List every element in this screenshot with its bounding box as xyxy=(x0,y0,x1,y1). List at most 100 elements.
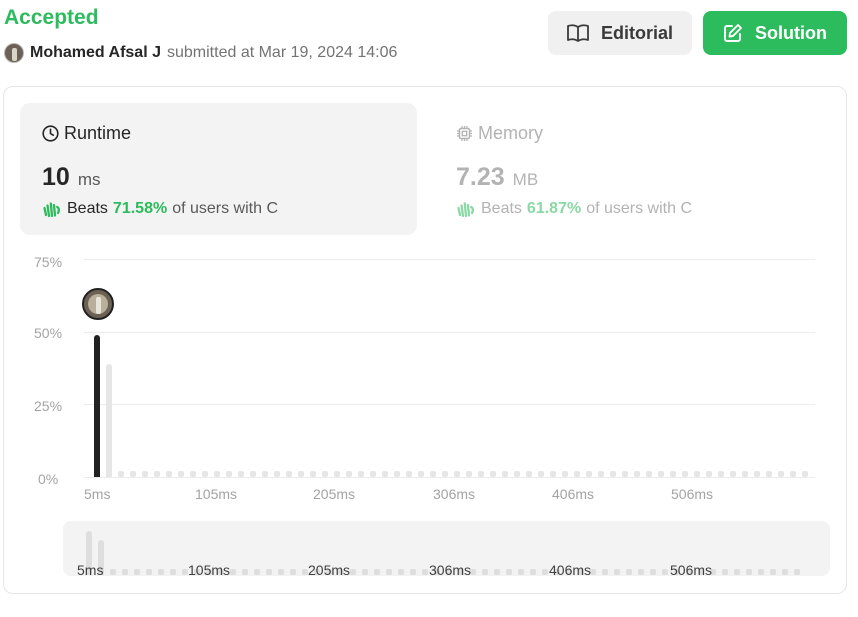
chart-bar-empty xyxy=(394,471,400,477)
chart-bar-empty xyxy=(430,471,436,477)
runtime-panel[interactable]: Runtime 10 ms Beats 71.58% of users with… xyxy=(20,103,417,235)
chart-bar-empty xyxy=(502,471,508,477)
mini-chart-bar-empty xyxy=(422,569,428,575)
mini-chart-bar-empty xyxy=(146,569,152,575)
mini-x-tick-label: 205ms xyxy=(308,562,351,578)
solution-button[interactable]: Solution xyxy=(703,11,847,55)
chart-bar-empty xyxy=(778,471,784,477)
mini-chart-bar-empty xyxy=(734,569,740,575)
chart-bar-empty xyxy=(442,471,448,477)
chart-bar-empty xyxy=(706,471,712,477)
runtime-value: 10 xyxy=(42,163,70,191)
chart-bar-empty xyxy=(514,471,520,477)
book-open-icon xyxy=(567,24,589,42)
editorial-button[interactable]: Editorial xyxy=(548,11,692,55)
mini-chart-bar-empty xyxy=(758,569,764,575)
chart-bar[interactable] xyxy=(94,335,100,477)
mini-x-tick-label: 5ms xyxy=(77,562,104,578)
runtime-beats-label: Beats xyxy=(67,200,108,217)
mini-chart-bar-empty xyxy=(158,569,164,575)
chart-bar-empty xyxy=(802,471,808,477)
chart-bar-empty xyxy=(790,471,796,477)
mini-chart-bar-empty xyxy=(242,569,248,575)
chart-bar-empty xyxy=(322,471,328,477)
submission-info: Mohamed Afsal J submitted at Mar 19, 202… xyxy=(4,43,397,63)
x-tick-label: 105ms xyxy=(195,486,238,502)
chart-bar-empty xyxy=(694,471,700,477)
chart-bar-empty xyxy=(658,471,664,477)
chart-bar-empty xyxy=(190,471,196,477)
mini-x-tick-label: 105ms xyxy=(188,562,231,578)
mini-chart-bar-empty xyxy=(650,569,656,575)
chart-bar-empty xyxy=(382,471,388,477)
mini-chart-bar-empty xyxy=(290,569,296,575)
chart-bar-empty xyxy=(130,471,136,477)
runtime-beats-percent: 71.58% xyxy=(112,200,168,217)
chart-bar-empty xyxy=(286,471,292,477)
chart-bar-empty xyxy=(334,471,340,477)
username-link[interactable]: Mohamed Afsal J xyxy=(30,44,161,62)
x-tick-label: 306ms xyxy=(433,486,476,502)
chip-icon xyxy=(457,126,472,141)
chart-bar-empty xyxy=(634,471,640,477)
waving-hand-icon xyxy=(43,202,61,218)
memory-beats-percent: 61.87% xyxy=(526,200,582,217)
chart-bar-empty xyxy=(406,471,412,477)
mini-chart-bar-empty xyxy=(398,569,404,575)
chart-bar-empty xyxy=(754,471,760,477)
memory-value: 7.23 xyxy=(456,163,505,191)
chart-bar-empty xyxy=(466,471,472,477)
chart-bar-empty xyxy=(226,471,232,477)
mini-chart-bar-empty xyxy=(746,569,752,575)
y-tick-label: 50% xyxy=(34,325,63,341)
grid-line xyxy=(84,332,815,333)
mini-chart-bar-empty xyxy=(254,569,260,575)
chart-bar-empty xyxy=(574,471,580,477)
chart-bar-empty xyxy=(238,471,244,477)
chart-bar-empty xyxy=(202,471,208,477)
status-accepted: Accepted xyxy=(4,6,99,29)
chart-bar-empty xyxy=(670,471,676,477)
memory-title: Memory xyxy=(478,123,544,143)
chart-bar-empty xyxy=(250,471,256,477)
chart-bar-empty xyxy=(358,471,364,477)
mini-chart-bar-empty xyxy=(170,569,176,575)
chart-bar-empty xyxy=(586,471,592,477)
memory-panel[interactable]: Memory 7.23 MB Beats 61.87% of users wit… xyxy=(434,103,831,235)
mini-chart-bar-empty xyxy=(602,569,608,575)
mini-chart-bar-empty xyxy=(542,569,548,575)
memory-unit: MB xyxy=(512,170,539,189)
mini-chart-bar-empty xyxy=(362,569,368,575)
memory-beats-text: of users with C xyxy=(586,200,692,217)
y-tick-label: 75% xyxy=(34,254,63,270)
chart-bar[interactable] xyxy=(106,364,112,477)
chart-bar-empty xyxy=(682,471,688,477)
runtime-beats-text: of users with C xyxy=(172,200,278,217)
runtime-title: Runtime xyxy=(64,123,132,143)
avatar[interactable] xyxy=(4,43,24,63)
mini-chart-bar-empty xyxy=(110,569,116,575)
chart-bar-empty xyxy=(370,471,376,477)
grid-line xyxy=(84,404,815,405)
chart-bar-empty xyxy=(274,471,280,477)
x-tick-label: 5ms xyxy=(84,486,111,502)
y-tick-label: 0% xyxy=(38,471,59,487)
editorial-label: Editorial xyxy=(600,22,673,43)
y-tick-label: 25% xyxy=(34,398,63,414)
chart-bar-empty xyxy=(538,471,544,477)
mini-chart-bar-empty xyxy=(722,569,728,575)
grid-line xyxy=(84,477,815,478)
chart-bar-empty xyxy=(562,471,568,477)
chart-bar-empty xyxy=(454,471,460,477)
mini-x-tick-label: 506ms xyxy=(670,562,713,578)
chart-bar-empty xyxy=(154,471,160,477)
mini-chart-bar-empty xyxy=(518,569,524,575)
chart-bar-empty xyxy=(766,471,772,477)
chart-bar-empty xyxy=(346,471,352,477)
user-avatar-marker[interactable] xyxy=(82,288,114,320)
mini-chart-bar-empty xyxy=(266,569,272,575)
chart-bar-empty xyxy=(622,471,628,477)
edit-note-icon xyxy=(724,24,742,42)
mini-chart-bar-empty xyxy=(614,569,620,575)
mini-chart-bar-empty xyxy=(482,569,488,575)
